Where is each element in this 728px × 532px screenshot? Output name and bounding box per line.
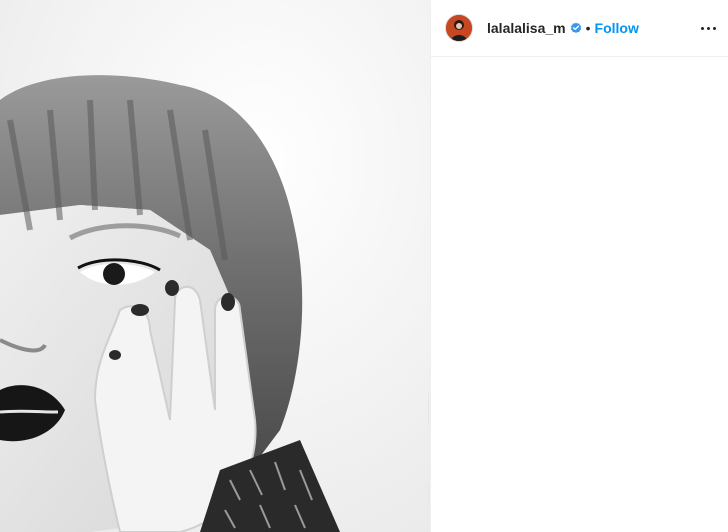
post-side-panel: lalalalisa_m • Follow [430, 0, 728, 532]
portrait-photo-icon [0, 0, 430, 532]
divider [428, 392, 429, 426]
follow-button[interactable]: Follow [595, 20, 639, 36]
avatar[interactable] [445, 14, 473, 42]
username-link[interactable]: lalalalisa_m [487, 20, 566, 36]
more-options-icon[interactable] [697, 23, 716, 34]
divider [428, 483, 429, 505]
separator-dot: • [585, 20, 591, 36]
post-photo[interactable] [0, 0, 430, 532]
verified-badge-icon [570, 22, 582, 34]
avatar-image-icon [446, 15, 472, 41]
post-header: lalalalisa_m • Follow [431, 0, 728, 57]
